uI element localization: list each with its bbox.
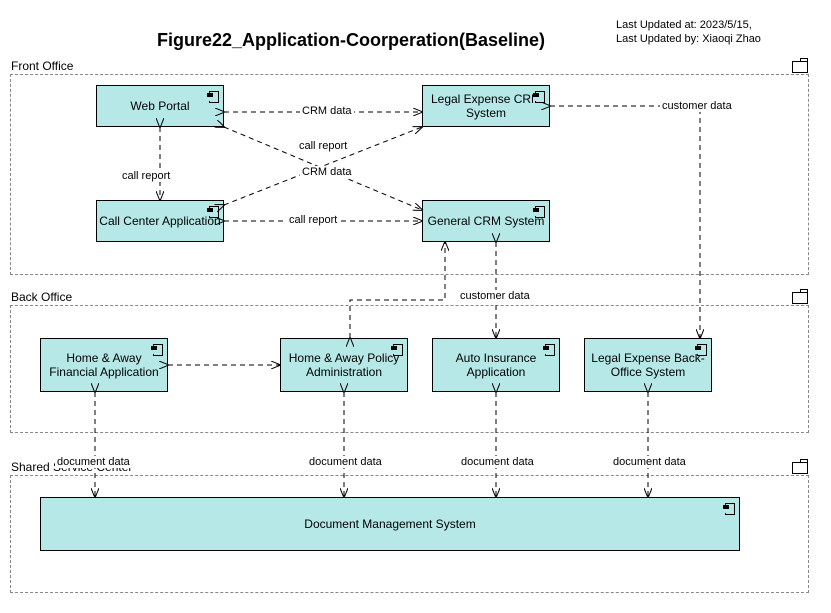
app-web-portal: Web Portal xyxy=(96,85,224,127)
edge-label: call report xyxy=(297,140,349,152)
edge-label: document data xyxy=(459,456,536,468)
component-icon xyxy=(533,90,545,102)
app-dms: Document Management System xyxy=(40,497,740,551)
app-legal-crm: Legal Expense CRM System xyxy=(422,85,550,127)
app-ha-financial: Home & Away Financial Application xyxy=(40,338,168,392)
diagram-title: Figure22_Application-Coorperation(Baseli… xyxy=(157,30,545,51)
app-label: Legal Expense CRM System xyxy=(425,92,547,121)
app-label: Home & Away Financial Application xyxy=(43,351,165,380)
app-call-center: Call Center Application xyxy=(96,200,224,242)
updated-by: Last Updated by: Xiaoqi Zhao xyxy=(616,32,761,46)
diagram-canvas: Figure22_Application-Coorperation(Baseli… xyxy=(0,0,831,613)
component-icon xyxy=(391,343,403,355)
edge-label: call report xyxy=(120,170,172,182)
folder-icon xyxy=(792,292,808,304)
edge-label: CRM data xyxy=(300,105,354,117)
app-label: Auto Insurance Application xyxy=(435,351,557,380)
app-label: Web Portal xyxy=(130,99,189,113)
app-label: General CRM System xyxy=(428,214,545,228)
component-icon xyxy=(695,343,707,355)
app-label: Legal Expense Back-Office System xyxy=(587,351,709,380)
edge-label: document data xyxy=(55,456,132,468)
app-auto-insurance: Auto Insurance Application xyxy=(432,338,560,392)
component-icon xyxy=(533,205,545,217)
edge-label: call report xyxy=(287,214,339,226)
app-general-crm: General CRM System xyxy=(422,200,550,242)
folder-icon xyxy=(792,462,808,474)
app-label: Document Management System xyxy=(304,517,475,531)
component-icon xyxy=(543,343,555,355)
component-icon xyxy=(207,90,219,102)
edge-label: CRM data xyxy=(300,166,354,178)
app-ha-policy: Home & Away Policy Administration xyxy=(280,338,408,392)
edge-label: document data xyxy=(611,456,688,468)
meta-block: Last Updated at: 2023/5/15, Last Updated… xyxy=(616,18,761,47)
app-legal-backoffice: Legal Expense Back-Office System xyxy=(584,338,712,392)
component-icon xyxy=(207,205,219,217)
component-icon xyxy=(723,502,735,514)
edge-label: customer data xyxy=(458,290,532,302)
edge-label: customer data xyxy=(660,100,734,112)
group-label: Back Office xyxy=(11,290,72,304)
updated-at: Last Updated at: 2023/5/15, xyxy=(616,18,761,32)
group-label: Front Office xyxy=(11,59,73,73)
app-label: Home & Away Policy Administration xyxy=(283,351,405,380)
folder-icon xyxy=(792,61,808,73)
app-label: Call Center Application xyxy=(99,214,220,228)
component-icon xyxy=(151,343,163,355)
edge-label: document data xyxy=(307,456,384,468)
